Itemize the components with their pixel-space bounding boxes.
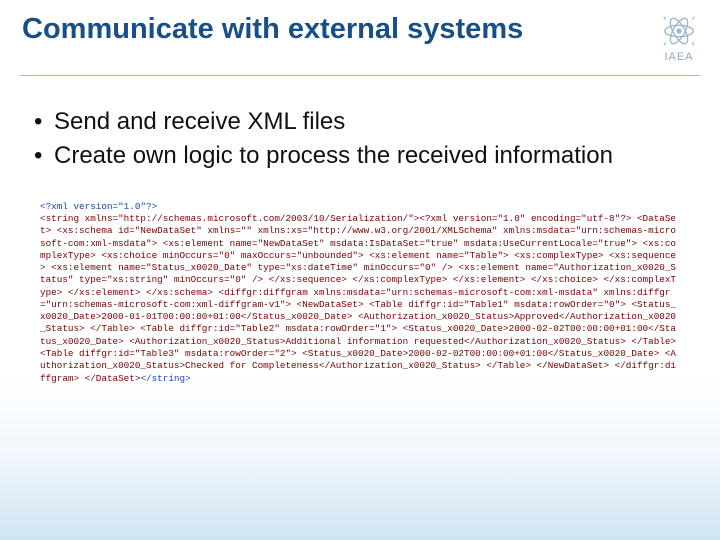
xml-declaration: <?xml version="1.0"?>	[40, 201, 157, 212]
list-item: Send and receive XML files	[28, 106, 692, 138]
atom-icon	[660, 12, 698, 50]
xml-closing-tag: </string>	[140, 373, 190, 384]
slide-header: Communicate with external systems IAEA	[0, 0, 720, 73]
xml-body: <string xmlns="http://schemas.microsoft.…	[40, 213, 676, 383]
list-item: Create own logic to process the received…	[28, 140, 692, 172]
slide-title: Communicate with external systems	[22, 14, 523, 46]
iaea-logo: IAEA	[660, 12, 698, 63]
xml-code-block: <?xml version="1.0"?> <string xmlns="htt…	[40, 201, 680, 385]
logo-label: IAEA	[664, 51, 693, 63]
slide-body: Send and receive XML files Create own lo…	[0, 76, 720, 385]
bullet-list: Send and receive XML files Create own lo…	[28, 106, 692, 173]
